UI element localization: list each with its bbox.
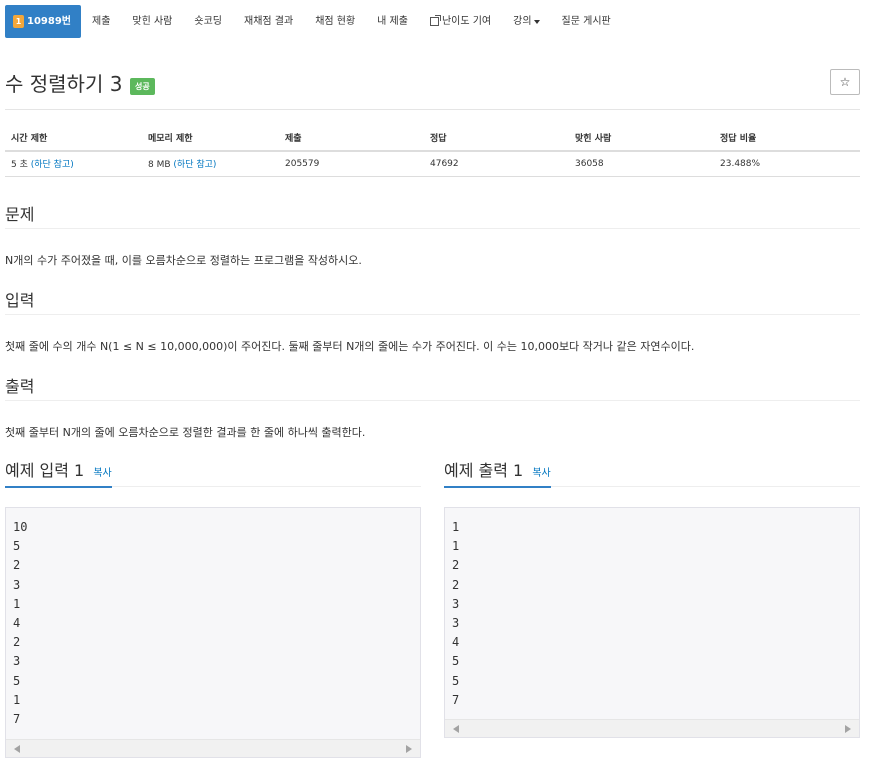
output-description: 첫째 줄부터 N개의 줄에 오름차순으로 정렬한 결과를 한 줄에 하나씩 출력… bbox=[5, 426, 366, 439]
memory-limit-note-link[interactable]: (하단 참고) bbox=[173, 160, 216, 170]
nav-item-label: 제출 bbox=[92, 16, 111, 27]
external-link-icon bbox=[429, 15, 441, 26]
problem-info-table: 시간 제한 메모리 제한 제출 정답 맞힌 사람 정답 비율 5 초 (하단 참… bbox=[5, 124, 860, 177]
nav-item-lectures[interactable]: 강의 bbox=[502, 5, 550, 38]
input-section-heading: 입력 bbox=[5, 287, 860, 315]
memory-limit-value: 8 MB bbox=[148, 160, 171, 171]
sample-input-line: 5 bbox=[13, 539, 21, 554]
header-accepted: 정답 bbox=[424, 124, 569, 152]
sample-input-line: 1 bbox=[13, 692, 21, 707]
solvers-value: 36058 bbox=[569, 151, 714, 177]
nav-item-label: 숏코딩 bbox=[194, 16, 222, 27]
caret-down-icon bbox=[533, 19, 540, 24]
sample-output-line: 1 bbox=[452, 520, 460, 534]
sample-input-line: 3 bbox=[13, 654, 21, 669]
sample-input-line: 4 bbox=[13, 616, 21, 631]
sample-output-line: 3 bbox=[452, 596, 460, 611]
time-limit-cell: 5 초 (하단 참고) bbox=[5, 151, 142, 177]
sample-output-line: 7 bbox=[452, 692, 460, 707]
sample-input-line: 3 bbox=[13, 577, 21, 592]
nav-item-problem[interactable]: 1 10989번 bbox=[5, 5, 81, 38]
header-memory-limit: 메모리 제한 bbox=[142, 124, 279, 152]
sample-output-line: 2 bbox=[452, 558, 460, 573]
time-limit-note-link[interactable]: (하단 참고) bbox=[31, 160, 74, 170]
copy-sample-output-button[interactable]: 복사 bbox=[532, 468, 550, 479]
nav-item-my-submissions[interactable]: 내 제출 bbox=[366, 5, 419, 38]
sample-title-text: 예제 출력 1 bbox=[444, 461, 524, 480]
sample-output-line: 5 bbox=[452, 654, 460, 669]
section-title: 출력 bbox=[5, 377, 35, 396]
table-header-row: 시간 제한 메모리 제한 제출 정답 맞힌 사람 정답 비율 bbox=[5, 124, 860, 152]
sample-output-line: 4 bbox=[452, 635, 460, 650]
nav-item-label: 10989번 bbox=[27, 16, 71, 27]
table-row: 5 초 (하단 참고) 8 MB (하단 참고) 205579 47692 36… bbox=[5, 151, 860, 177]
horizontal-scrollbar[interactable] bbox=[445, 719, 859, 737]
sample-output-box[interactable]: 1 1 2 2 3 3 4 5 5 7 bbox=[444, 507, 860, 738]
nav-item-label: 맞힌 사람 bbox=[132, 16, 173, 27]
sample-output-content: 1 1 2 2 3 3 4 5 5 7 bbox=[445, 508, 859, 710]
header-solvers: 맞힌 사람 bbox=[569, 124, 714, 152]
sample-output-line: 5 bbox=[452, 673, 460, 688]
section-title: 문제 bbox=[5, 205, 35, 224]
scroll-right-icon[interactable] bbox=[845, 725, 851, 733]
nav-item-solvers[interactable]: 맞힌 사람 bbox=[121, 5, 183, 38]
problem-nav: 1 10989번 제출 맞힌 사람 숏코딩 재채점 결과 채점 현황 내 제출 … bbox=[5, 5, 622, 38]
problem-header: 수 정렬하기 3 성공 ☆ bbox=[5, 66, 860, 110]
time-limit-value: 5 초 bbox=[11, 160, 28, 171]
page-title: 수 정렬하기 3 bbox=[5, 72, 123, 96]
header-submissions: 제출 bbox=[279, 124, 424, 152]
horizontal-scrollbar[interactable] bbox=[6, 739, 420, 757]
output-section-heading: 출력 bbox=[5, 373, 860, 401]
scroll-left-icon[interactable] bbox=[14, 745, 20, 753]
sample-input-title: 예제 입력 1 복사 bbox=[5, 457, 112, 488]
sample-output-heading: 예제 출력 1 복사 bbox=[444, 457, 860, 488]
memory-limit-cell: 8 MB (하단 참고) bbox=[142, 151, 279, 177]
sample-output-title: 예제 출력 1 복사 bbox=[444, 457, 551, 488]
nav-item-submit[interactable]: 제출 bbox=[81, 5, 121, 38]
section-title: 입력 bbox=[5, 291, 35, 310]
sample-input-line: 5 bbox=[13, 673, 21, 688]
accepted-value: 47692 bbox=[424, 151, 569, 177]
nav-item-label: 강의 bbox=[513, 16, 532, 27]
sample-input-line: 2 bbox=[13, 635, 21, 650]
star-button[interactable]: ☆ bbox=[830, 69, 860, 95]
sample-input-line: 7 bbox=[13, 712, 21, 727]
nav-item-difficulty-contribution[interactable]: 난이도 기여 bbox=[419, 5, 502, 38]
sample-input-box[interactable]: 10 5 2 3 1 4 2 3 5 1 7 bbox=[5, 507, 421, 758]
sample-output-line: 1 bbox=[452, 539, 460, 554]
header-ratio: 정답 비율 bbox=[714, 124, 860, 152]
scroll-right-icon[interactable] bbox=[406, 745, 412, 753]
star-icon: ☆ bbox=[839, 75, 851, 89]
input-description: 첫째 줄에 수의 개수 N(1 ≤ N ≤ 10,000,000)이 주어진다.… bbox=[5, 340, 695, 353]
sample-output-line: 2 bbox=[452, 577, 460, 592]
problem-description: N개의 수가 주어졌을 때, 이를 오름차순으로 정렬하는 프로그램을 작성하시… bbox=[5, 254, 362, 267]
copy-sample-input-button[interactable]: 복사 bbox=[93, 468, 111, 479]
nav-item-status[interactable]: 채점 현황 bbox=[304, 5, 366, 38]
sample-input-content: 10 5 2 3 1 4 2 3 5 1 7 bbox=[6, 508, 420, 729]
header-time-limit: 시간 제한 bbox=[5, 124, 142, 152]
status-badge: 성공 bbox=[130, 78, 155, 95]
sample-input-line: 1 bbox=[13, 596, 21, 611]
nav-item-rejudge-results[interactable]: 재채점 결과 bbox=[233, 5, 304, 38]
scroll-left-icon[interactable] bbox=[453, 725, 459, 733]
nav-item-label: 재채점 결과 bbox=[244, 16, 294, 27]
sample-input-line: 2 bbox=[13, 558, 21, 573]
nav-item-label: 난이도 기여 bbox=[441, 16, 492, 27]
ratio-value: 23.488% bbox=[714, 151, 860, 177]
nav-item-label: 질문 게시판 bbox=[561, 16, 611, 27]
submissions-value: 205579 bbox=[279, 151, 424, 177]
nav-item-short-coding[interactable]: 숏코딩 bbox=[183, 5, 233, 38]
sample-input-heading: 예제 입력 1 복사 bbox=[5, 457, 421, 488]
level-badge-icon: 1 bbox=[13, 15, 24, 28]
sample-input-line: 10 bbox=[13, 520, 28, 534]
problem-section-heading: 문제 bbox=[5, 201, 860, 229]
sample-title-text: 예제 입력 1 bbox=[5, 461, 85, 480]
nav-item-label: 내 제출 bbox=[377, 16, 408, 27]
sample-output-line: 3 bbox=[452, 616, 460, 631]
nav-item-label: 채점 현황 bbox=[315, 16, 356, 27]
nav-item-question-board[interactable]: 질문 게시판 bbox=[551, 5, 622, 38]
